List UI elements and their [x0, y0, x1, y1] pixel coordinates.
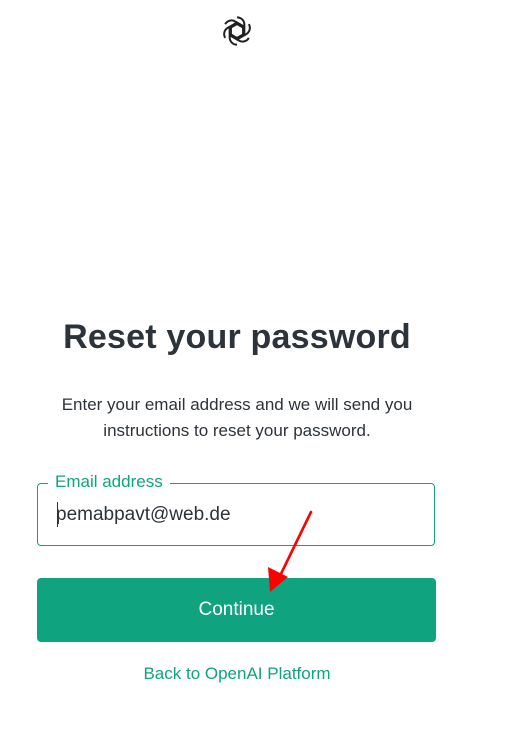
page-description: Enter your email address and we will sen…	[61, 395, 413, 440]
email-input[interactable]	[56, 500, 416, 530]
email-field[interactable]: Email address	[37, 471, 435, 546]
openai-logo-icon	[223, 16, 251, 46]
text-caret	[57, 502, 58, 527]
email-field-label: Email address	[48, 471, 170, 493]
page-title: Reset your password	[63, 318, 411, 356]
continue-button[interactable]: Continue	[37, 578, 436, 642]
reset-password-page: Reset your password Enter your email add…	[0, 0, 506, 729]
back-to-platform-link[interactable]: Back to OpenAI Platform	[0, 664, 474, 684]
